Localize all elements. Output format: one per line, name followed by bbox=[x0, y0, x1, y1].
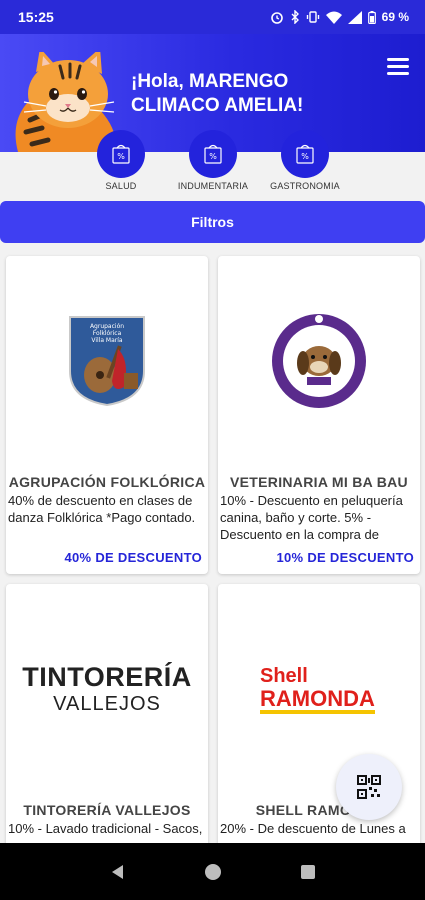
svg-text:%: % bbox=[117, 152, 125, 161]
qr-code-icon bbox=[357, 775, 381, 799]
card-logo bbox=[218, 256, 420, 466]
svg-text:%: % bbox=[209, 152, 217, 161]
card-description: 40% de descuento en clases de danza Folk… bbox=[8, 493, 196, 525]
greeting-text: ¡Hola, MARENGO CLIMACO AMELIA! bbox=[131, 71, 304, 116]
card-description: 10% - Lavado tradicional - Sacos, camisa… bbox=[8, 821, 203, 840]
card-description: 20% - De descuento de Lunes a Viernes en… bbox=[220, 821, 406, 840]
shell-logo-line1: Shell bbox=[260, 664, 308, 687]
status-bar: 15:25 69 % bbox=[0, 0, 425, 34]
veterinaria-badge-logo bbox=[272, 314, 366, 408]
svg-text:Agrupación: Agrupación bbox=[90, 323, 124, 330]
card-title: AGRUPACIÓN FOLKLÓRICA bbox=[8, 474, 206, 490]
recents-icon[interactable] bbox=[300, 864, 316, 880]
card-discount: 40% DE DESCUENTO bbox=[64, 550, 202, 565]
benefit-card[interactable]: TINTORERÍA VALLEJOS TINTORERÍA VALLEJOS … bbox=[6, 584, 208, 854]
category-label: GASTRONOMIA bbox=[270, 181, 340, 191]
discount-bag-icon: % bbox=[97, 130, 145, 178]
battery-icon bbox=[367, 10, 376, 24]
battery-level: 69 % bbox=[381, 10, 409, 24]
home-icon[interactable] bbox=[204, 863, 222, 881]
benefit-card[interactable]: Agrupación Folklórica Villa María AGRUPA… bbox=[6, 256, 208, 574]
svg-text:Folklórica: Folklórica bbox=[93, 330, 122, 337]
svg-text:%: % bbox=[301, 152, 309, 161]
card-logo: Agrupación Folklórica Villa María bbox=[6, 256, 208, 466]
qr-code-button[interactable] bbox=[336, 754, 402, 820]
vibrate-icon bbox=[306, 11, 319, 23]
card-discount: 10% DE DESCUENTO bbox=[276, 550, 414, 565]
system-nav-bar bbox=[0, 843, 425, 900]
discount-bag-icon: % bbox=[189, 130, 237, 178]
discount-bag-icon: % bbox=[281, 130, 329, 178]
benefit-card[interactable]: VETERINARIA MI BA BAU 10% - Descuento en… bbox=[218, 256, 420, 574]
signal-icon bbox=[347, 10, 362, 24]
status-time: 15:25 bbox=[18, 9, 54, 25]
filters-button[interactable]: Filtros bbox=[0, 201, 425, 243]
benefit-card[interactable]: Shell RAMONDA SHELL RAMONDA 20% - De des… bbox=[218, 584, 420, 854]
status-icons: 69 % bbox=[270, 10, 409, 24]
shell-logo-line2: RAMONDA bbox=[260, 687, 375, 714]
tintoreria-logo-line1: TINTORERÍA bbox=[22, 662, 192, 692]
svg-text:Villa María: Villa María bbox=[91, 337, 123, 344]
card-description: 10% - Descuento en peluquería canina, ba… bbox=[220, 493, 403, 542]
alarm-icon bbox=[270, 12, 283, 24]
folklorica-shield-logo: Agrupación Folklórica Villa María bbox=[69, 316, 145, 407]
card-title: VETERINARIA MI BA BAU bbox=[230, 474, 408, 490]
back-icon[interactable] bbox=[109, 863, 127, 881]
card-logo: TINTORERÍA VALLEJOS bbox=[6, 584, 208, 794]
category-gastronomia[interactable]: % GASTRONOMIA bbox=[250, 130, 360, 191]
wifi-icon bbox=[325, 11, 342, 24]
bluetooth-icon bbox=[291, 10, 299, 24]
hamburger-menu-icon[interactable] bbox=[387, 58, 409, 76]
category-bar: % SALUD % INDUMENTARIA % GASTRONOMIA bbox=[0, 130, 425, 194]
tintoreria-logo-line2: VALLEJOS bbox=[53, 693, 161, 715]
card-title: TINTORERÍA VALLEJOS bbox=[23, 802, 191, 818]
